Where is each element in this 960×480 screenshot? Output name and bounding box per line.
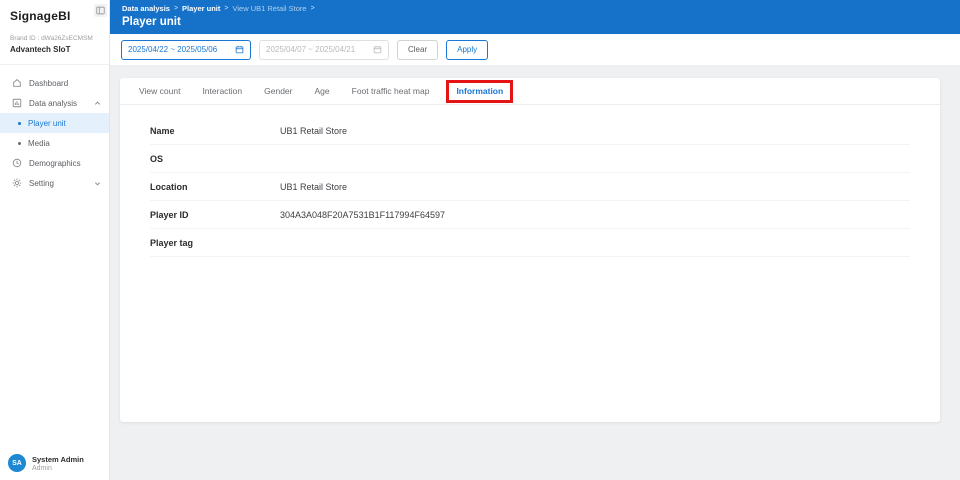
annotation-highlight: Information	[446, 80, 513, 103]
info-label: Location	[150, 182, 280, 192]
sidebar-item-label: Demographics	[29, 159, 81, 168]
breadcrumb: Data analysis > Player unit > View UB1 R…	[122, 4, 960, 13]
sidebar-item-label: Player unit	[28, 119, 66, 128]
sidebar-nav: Dashboard Data analysis Player unit Medi…	[0, 73, 109, 193]
chevron-down-icon	[94, 180, 101, 187]
brand-block: Brand ID : dWa26ZsECMSM Advantech SIoT	[0, 23, 109, 65]
user-name: System Admin	[32, 455, 84, 464]
brand-id: Brand ID : dWa26ZsECMSM	[10, 35, 99, 42]
tab-interaction[interactable]: Interaction	[191, 78, 253, 105]
dashboard-icon	[12, 78, 22, 88]
chevron-up-icon	[94, 100, 101, 107]
breadcrumb-item[interactable]: Data analysis	[122, 4, 170, 13]
avatar: SA	[8, 454, 26, 472]
tab-view-count[interactable]: View count	[128, 78, 191, 105]
sidebar-item-player-unit[interactable]: Player unit	[0, 113, 109, 133]
sidebar-collapse-icon[interactable]	[94, 4, 107, 17]
date-range-compare-value: 2025/04/07 ~ 2025/04/21	[266, 45, 355, 54]
info-row-location: Location UB1 Retail Store	[150, 173, 910, 201]
breadcrumb-item[interactable]: Player unit	[182, 4, 220, 13]
calendar-icon	[373, 45, 382, 54]
bullet-icon	[18, 122, 21, 125]
date-range-input[interactable]: 2025/04/22 ~ 2025/05/06	[121, 40, 251, 60]
information-panel: Name UB1 Retail Store OS Location UB1 Re…	[150, 117, 910, 257]
bullet-icon	[18, 142, 21, 145]
tab-bar: View count Interaction Gender Age Foot t…	[120, 78, 940, 105]
page-header: Data analysis > Player unit > View UB1 R…	[110, 0, 960, 34]
sidebar-item-dashboard[interactable]: Dashboard	[0, 73, 109, 93]
info-label: OS	[150, 154, 280, 164]
breadcrumb-item[interactable]: View UB1 Retail Store	[233, 4, 307, 13]
demographics-icon	[12, 158, 22, 168]
sidebar-item-data-analysis[interactable]: Data analysis	[0, 93, 109, 113]
sidebar-item-media[interactable]: Media	[0, 133, 109, 153]
info-label: Player ID	[150, 210, 280, 220]
breadcrumb-separator: >	[224, 5, 228, 12]
data-analysis-icon	[12, 98, 22, 108]
sidebar-item-label: Dashboard	[29, 79, 68, 88]
calendar-icon	[235, 45, 244, 54]
info-value: 304A3A048F20A7531B1F117994F64597	[280, 210, 445, 220]
sidebar-item-setting[interactable]: Setting	[0, 173, 109, 193]
info-row-name: Name UB1 Retail Store	[150, 117, 910, 145]
app-logo: SignageBI	[0, 0, 109, 23]
info-value: UB1 Retail Store	[280, 126, 347, 136]
date-range-value: 2025/04/22 ~ 2025/05/06	[128, 45, 217, 54]
filter-toolbar: 2025/04/22 ~ 2025/05/06 2025/04/07 ~ 202…	[110, 34, 960, 66]
apply-button[interactable]: Apply	[446, 40, 488, 60]
tab-gender[interactable]: Gender	[253, 78, 303, 105]
page-title: Player unit	[122, 16, 960, 28]
sidebar-item-label: Data analysis	[29, 99, 77, 108]
info-label: Player tag	[150, 238, 280, 248]
info-row-player-id: Player ID 304A3A048F20A7531B1F117994F645…	[150, 201, 910, 229]
sidebar-item-demographics[interactable]: Demographics	[0, 153, 109, 173]
info-row-player-tag: Player tag	[150, 229, 910, 257]
tab-foot-traffic-heat-map[interactable]: Foot traffic heat map	[341, 78, 441, 105]
info-row-os: OS	[150, 145, 910, 173]
date-range-compare-input[interactable]: 2025/04/07 ~ 2025/04/21	[259, 40, 389, 60]
user-block[interactable]: SA System Admin Admin	[0, 454, 109, 472]
breadcrumb-separator: >	[311, 5, 315, 12]
info-value: UB1 Retail Store	[280, 182, 347, 192]
tab-age[interactable]: Age	[304, 78, 341, 105]
sidebar: SignageBI Brand ID : dWa26ZsECMSM Advant…	[0, 0, 110, 480]
breadcrumb-separator: >	[174, 5, 178, 12]
brand-name: Advantech SIoT	[10, 45, 99, 54]
tab-information[interactable]: Information	[456, 86, 503, 96]
clear-button[interactable]: Clear	[397, 40, 438, 60]
user-role: Admin	[32, 465, 84, 472]
sidebar-item-label: Media	[28, 139, 50, 148]
gear-icon	[12, 178, 22, 188]
content-card: View count Interaction Gender Age Foot t…	[120, 78, 940, 422]
sidebar-item-label: Setting	[29, 179, 54, 188]
info-label: Name	[150, 126, 280, 136]
